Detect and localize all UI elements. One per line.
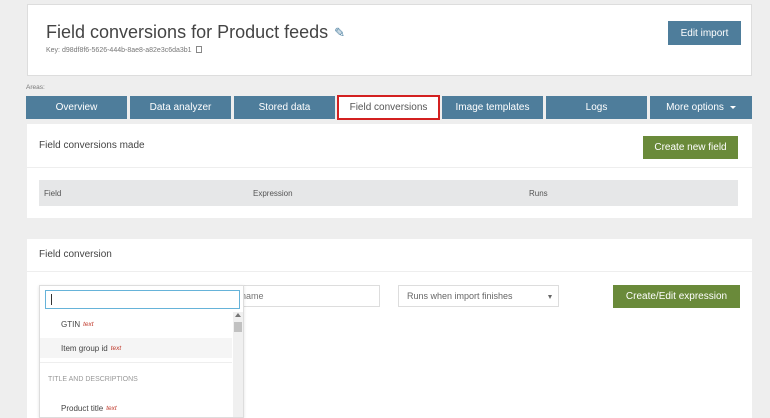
option-type: text (106, 404, 117, 412)
dropdown-option-product-title[interactable]: Product title text (40, 398, 232, 417)
field-conversion-title: Field conversion (39, 249, 112, 260)
copy-icon[interactable] (195, 46, 202, 53)
conversions-made-title: Field conversions made (39, 140, 145, 151)
tab-stored-data[interactable]: Stored data (234, 96, 335, 119)
runs-when-value: Runs when import finishes (407, 291, 513, 301)
tab-data-analyzer[interactable]: Data analyzer (130, 96, 231, 119)
text-cursor (51, 294, 52, 305)
dropdown-option-gtin[interactable]: GTIN text (40, 314, 232, 334)
conversions-table-header: Field Expression Runs (39, 180, 738, 206)
caret-down-icon (729, 106, 736, 109)
dropdown-group-title-and-descriptions: TITLE AND DESCRIPTIONS (48, 376, 138, 383)
column-header-expression[interactable]: Expression (253, 189, 293, 198)
option-label: Item group id (61, 343, 108, 353)
tab-field-conversions[interactable]: Field conversions (337, 95, 440, 120)
edit-import-button[interactable]: Edit import (668, 21, 741, 45)
dropdown-search-input[interactable] (45, 290, 240, 309)
import-key: Key: d98df8f6-5626-444b-8ae8-a82e3c6da3b… (46, 46, 202, 54)
import-key-text: Key: d98df8f6-5626-444b-8ae8-a82e3c6da3b… (46, 47, 192, 54)
option-type: text (83, 320, 94, 328)
column-header-field[interactable]: Field (44, 189, 61, 198)
tab-overview[interactable]: Overview (26, 96, 127, 119)
pencil-edit-icon[interactable]: ✎ (334, 25, 345, 41)
tab-image-templates[interactable]: Image templates (442, 96, 543, 119)
page-title-text: Field conversions for Product feeds (46, 22, 329, 42)
tab-logs[interactable]: Logs (546, 96, 647, 119)
select-arrow-icon (548, 295, 552, 299)
divider (27, 167, 752, 168)
conversions-made-card: Field conversions made Create new field … (27, 124, 752, 218)
create-new-field-button[interactable]: Create new field (643, 136, 738, 159)
tab-more-options-label: More options (666, 102, 724, 113)
areas-label: Areas: (26, 84, 45, 91)
import-header-card: Field conversions for Product feeds ✎ Key… (27, 4, 752, 76)
dropdown-option-item-group-id[interactable]: Item group id text (40, 338, 232, 358)
divider (27, 271, 752, 272)
scroll-up-icon[interactable] (235, 313, 241, 317)
dropdown-scrollbar[interactable] (233, 312, 243, 417)
areas-tab-bar: Overview Data analyzer Stored data Field… (26, 95, 752, 120)
tab-more-options[interactable]: More options (650, 96, 752, 119)
divider (40, 362, 232, 363)
option-label: Product title (61, 403, 104, 413)
runs-when-select[interactable]: Runs when import finishes (398, 285, 559, 307)
page-title: Field conversions for Product feeds ✎ (46, 22, 345, 43)
option-type: text (110, 344, 122, 352)
field-dropdown: GTIN text Item group id text TITLE AND DES… (39, 285, 244, 418)
column-header-runs[interactable]: Runs (529, 189, 548, 198)
option-label: GTIN (61, 319, 81, 329)
scrollbar-thumb[interactable] (234, 322, 242, 332)
create-edit-expression-button[interactable]: Create/Edit expression (613, 285, 740, 308)
